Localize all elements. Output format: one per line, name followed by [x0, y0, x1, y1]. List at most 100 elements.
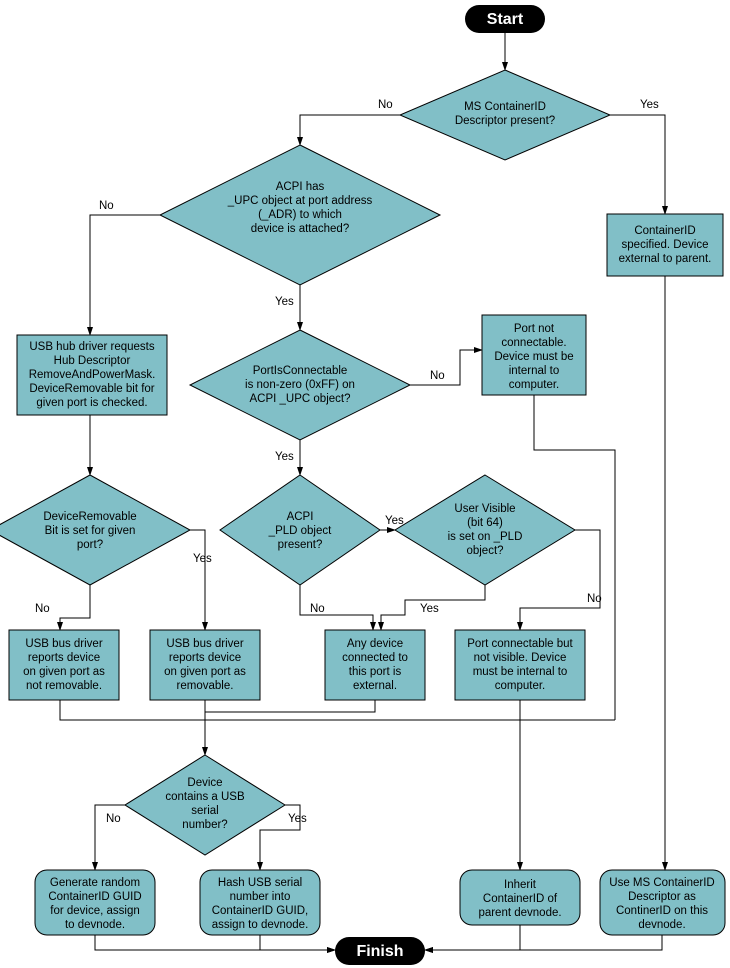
svg-text:Bit is set for given: Bit is set for given — [45, 525, 136, 537]
svg-text:for device, assign: for device, assign — [50, 905, 140, 917]
svg-text:device is attached?: device is attached? — [251, 223, 349, 235]
svg-text:number into: number into — [230, 891, 291, 903]
svg-text:specified. Device: specified. Device — [622, 239, 709, 251]
svg-text:USB bus driver: USB bus driver — [166, 638, 244, 650]
node-port-not-connectable: Port not connectable. Device must be int… — [482, 315, 586, 395]
svg-text:MS ContainerID: MS ContainerID — [464, 101, 546, 113]
node-containerid-specified: ContainerID specified. Device external t… — [607, 214, 723, 276]
edge-label-yes: Yes — [275, 451, 294, 463]
node-port-is-connectable: PortIsConnectable is non-zero (0xFF) on … — [190, 330, 410, 440]
svg-text:present?: present? — [278, 539, 323, 551]
svg-text:USB hub driver requests: USB hub driver requests — [29, 341, 155, 353]
svg-text:ContainerID: ContainerID — [634, 225, 695, 237]
svg-text:computer.: computer. — [495, 680, 546, 692]
svg-text:reports device: reports device — [169, 652, 241, 664]
svg-text:must be internal to: must be internal to — [473, 666, 568, 678]
svg-text:not visible. Device: not visible. Device — [474, 652, 567, 664]
edge-label-no: No — [587, 593, 602, 605]
svg-text:devnode.: devnode. — [638, 919, 685, 931]
svg-text:assign to devnode.: assign to devnode. — [212, 919, 309, 931]
svg-text:ContainerID of: ContainerID of — [483, 893, 558, 905]
svg-text:on given port as: on given port as — [23, 666, 105, 678]
svg-text:contains a USB: contains a USB — [165, 791, 245, 803]
node-use-ms-descriptor: Use MS ContainerID Descriptor as Contine… — [600, 870, 725, 935]
svg-text:parent devnode.: parent devnode. — [478, 907, 561, 919]
svg-text:reports device: reports device — [28, 652, 100, 664]
svg-text:connected to: connected to — [342, 652, 408, 664]
svg-text:on given port as: on given port as — [164, 666, 246, 678]
svg-text:Device: Device — [187, 777, 222, 789]
node-hash-serial-guid: Hash USB serial number into ContainerID … — [200, 870, 320, 935]
svg-text:Any device: Any device — [347, 638, 403, 650]
svg-text:is set on _PLD: is set on _PLD — [448, 531, 523, 543]
node-acpi-pld-present: ACPI _PLD object present? — [220, 475, 380, 585]
svg-text:User Visible: User Visible — [454, 503, 515, 515]
node-device-removable-bit: DeviceRemovable Bit is set for given por… — [0, 475, 190, 585]
svg-text:_UPC object at port address: _UPC object at port address — [227, 195, 373, 207]
edge-label-yes: Yes — [275, 296, 294, 308]
node-reports-not-removable: USB bus driver reports device on given p… — [9, 630, 119, 700]
edge-label-yes: Yes — [193, 553, 212, 565]
node-any-device-external: Any device connected to this port is ext… — [325, 630, 425, 700]
node-finish: Finish — [335, 937, 425, 965]
svg-text:port?: port? — [77, 539, 103, 551]
svg-text:removable.: removable. — [177, 680, 234, 692]
svg-text:ContinerID on this: ContinerID on this — [616, 905, 708, 917]
node-generate-random-guid: Generate random ContainerID GUID for dev… — [35, 870, 155, 935]
svg-text:DeviceRemovable bit for: DeviceRemovable bit for — [29, 383, 154, 395]
edge-label-yes: Yes — [420, 603, 439, 615]
svg-text:Descriptor as: Descriptor as — [628, 891, 696, 903]
edge-label-no: No — [35, 603, 50, 615]
svg-text:to devnode.: to devnode. — [65, 919, 125, 931]
edge-label-yes: Yes — [640, 99, 659, 111]
svg-text:_PLD object: _PLD object — [268, 525, 332, 537]
svg-text:Device must be: Device must be — [494, 351, 573, 363]
node-hub-descriptor-request: USB hub driver requests Hub Descriptor R… — [17, 335, 167, 415]
svg-text:Start: Start — [487, 11, 524, 28]
svg-text:Use MS ContainerID: Use MS ContainerID — [609, 877, 714, 889]
svg-text:USB bus driver: USB bus driver — [25, 638, 103, 650]
svg-text:ContainerID GUID: ContainerID GUID — [48, 891, 141, 903]
svg-text:RemoveAndPowerMask.: RemoveAndPowerMask. — [29, 369, 156, 381]
svg-text:DeviceRemovable: DeviceRemovable — [43, 511, 136, 523]
svg-text:Finish: Finish — [356, 943, 403, 960]
svg-text:internal to: internal to — [509, 365, 560, 377]
edge-label-no: No — [430, 370, 445, 382]
svg-text:Port connectable but: Port connectable but — [467, 638, 573, 650]
svg-text:number?: number? — [182, 819, 227, 831]
svg-text:this port is: this port is — [349, 666, 402, 678]
svg-text:is non-zero (0xFF) on: is non-zero (0xFF) on — [245, 379, 355, 391]
svg-text:serial: serial — [191, 805, 218, 817]
svg-text:Generate random: Generate random — [50, 877, 140, 889]
svg-text:(bit 64): (bit 64) — [467, 517, 503, 529]
svg-text:Hash USB serial: Hash USB serial — [218, 877, 302, 889]
node-user-visible-bit: User Visible (bit 64) is set on _PLD obj… — [395, 475, 575, 585]
svg-text:PortIsConnectable: PortIsConnectable — [253, 365, 348, 377]
svg-text:external.: external. — [353, 680, 397, 692]
edge-label-no: No — [99, 200, 114, 212]
svg-text:Inherit: Inherit — [504, 879, 537, 891]
svg-text:ACPI has: ACPI has — [276, 181, 325, 193]
svg-text:(_ADR) to which: (_ADR) to which — [258, 209, 342, 221]
svg-text:connectable.: connectable. — [501, 337, 566, 349]
edge-label-no: No — [378, 99, 393, 111]
edge-label-no: No — [310, 603, 325, 615]
svg-text:ACPI _UPC object?: ACPI _UPC object? — [250, 393, 351, 405]
svg-text:external to parent.: external to parent. — [619, 253, 712, 265]
node-start: Start — [465, 5, 545, 33]
svg-text:ACPI: ACPI — [287, 511, 314, 523]
svg-text:not removable.: not removable. — [26, 680, 102, 692]
node-has-usb-serial: Device contains a USB serial number? — [125, 755, 285, 855]
node-inherit-parent: Inherit ContainerID of parent devnode. — [460, 870, 580, 925]
edge-label-yes: Yes — [288, 813, 307, 825]
node-ms-containerid-present: MS ContainerID Descriptor present? — [400, 70, 610, 160]
svg-text:given port is checked.: given port is checked. — [36, 397, 147, 409]
flowchart-canvas: Start MS ContainerID Descriptor present?… — [0, 0, 730, 968]
edge-label-yes: Yes — [385, 515, 404, 527]
svg-text:Port not: Port not — [514, 323, 555, 335]
svg-text:computer.: computer. — [509, 379, 560, 391]
svg-text:Hub Descriptor: Hub Descriptor — [54, 355, 131, 367]
svg-text:object?: object? — [466, 545, 503, 557]
node-connectable-not-visible: Port connectable but not visible. Device… — [455, 630, 585, 700]
node-acpi-upc-at-port: ACPI has _UPC object at port address (_A… — [160, 145, 440, 285]
